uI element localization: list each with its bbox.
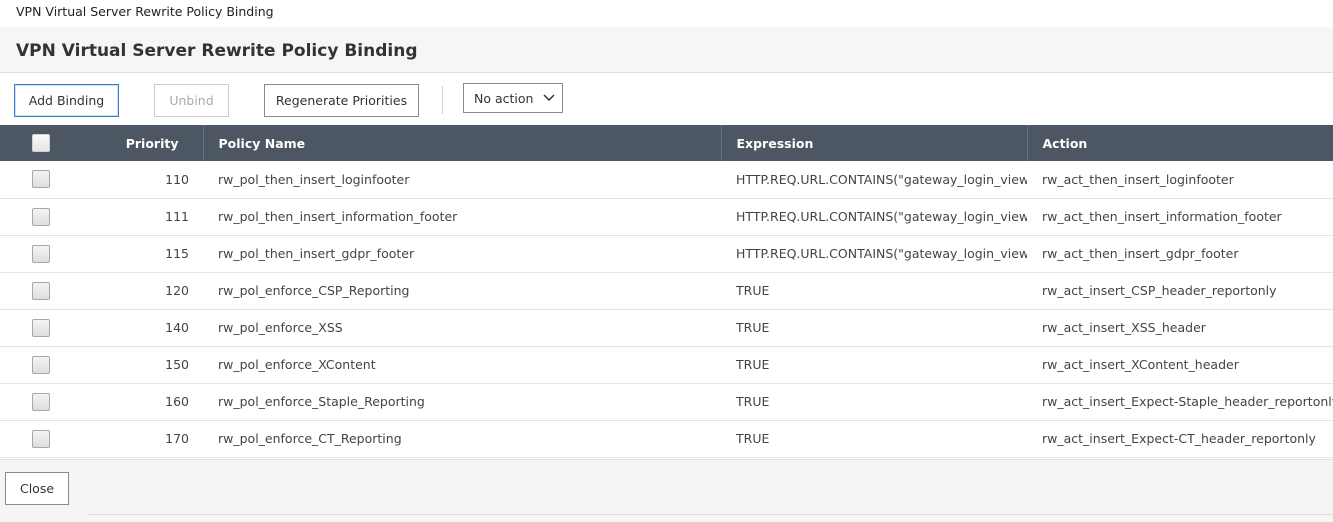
expression-cell: TRUE: [736, 283, 770, 298]
row-checkbox[interactable]: [32, 207, 50, 226]
policy-name-cell: rw_pol_enforce_XSS: [218, 320, 343, 335]
policy-name-cell: rw_pol_then_insert_gdpr_footer: [218, 246, 415, 261]
row-select-cell: [0, 198, 82, 235]
priority-cell: 160: [165, 394, 189, 409]
policy-name-cell: rw_pol_enforce_Staple_Reporting: [218, 394, 425, 409]
table-row[interactable]: 150 rw_pol_enforce_XContent TRUE rw_act_…: [0, 346, 1333, 383]
column-header-priority[interactable]: Priority: [82, 125, 204, 161]
action-cell: rw_act_insert_CSP_header_reportonly: [1042, 283, 1277, 298]
action-cell: rw_act_then_insert_information_footer: [1042, 209, 1282, 224]
priority-cell: 111: [165, 209, 189, 224]
row-checkbox[interactable]: [32, 429, 50, 448]
policy-binding-table: Priority Policy Name Expression Action 1…: [0, 125, 1333, 458]
expression-cell: HTTP.REQ.URL.CONTAINS("gateway_login_vie…: [736, 171, 1027, 187]
chevron-down-icon: [543, 94, 555, 102]
table-row[interactable]: 111 rw_pol_then_insert_information_foote…: [0, 198, 1333, 235]
row-checkbox[interactable]: [32, 281, 50, 300]
policy-name-cell: rw_pol_enforce_CT_Reporting: [218, 431, 402, 446]
priority-cell: 110: [165, 171, 189, 187]
row-select-cell: [0, 383, 82, 420]
toolbar: Add Binding Unbind Regenerate Priorities…: [0, 74, 1333, 125]
dialog-header: VPN Virtual Server Rewrite Policy Bindin…: [0, 27, 1333, 73]
action-cell: rw_act_insert_XSS_header: [1042, 320, 1206, 335]
expression-cell: TRUE: [736, 320, 770, 335]
regenerate-priorities-button[interactable]: Regenerate Priorities: [264, 84, 419, 117]
table-row[interactable]: 140 rw_pol_enforce_XSS TRUE rw_act_inser…: [0, 309, 1333, 346]
row-checkbox[interactable]: [32, 392, 50, 411]
expression-cell: TRUE: [736, 431, 770, 446]
priority-cell: 150: [165, 357, 189, 372]
priority-cell: 140: [165, 320, 189, 335]
page-title: VPN Virtual Server Rewrite Policy Bindin…: [16, 41, 418, 61]
table-header-row: Priority Policy Name Expression Action: [0, 125, 1333, 161]
priority-cell: 115: [165, 246, 189, 261]
row-checkbox[interactable]: [32, 318, 50, 337]
expression-cell: TRUE: [736, 357, 770, 372]
column-header-action[interactable]: Action: [1027, 125, 1333, 161]
table-row[interactable]: 110 rw_pol_then_insert_loginfooter HTTP.…: [0, 161, 1333, 198]
row-select-cell: [0, 161, 82, 198]
policy-name-cell: rw_pol_enforce_XContent: [218, 357, 376, 372]
action-cell: rw_act_insert_Expect-Staple_header_repor…: [1042, 394, 1333, 409]
priority-cell: 170: [165, 431, 189, 446]
table-row[interactable]: 160 rw_pol_enforce_Staple_Reporting TRUE…: [0, 383, 1333, 420]
expression-cell: TRUE: [736, 394, 770, 409]
action-cell: rw_act_then_insert_gdpr_footer: [1042, 246, 1239, 261]
unbind-button[interactable]: Unbind: [154, 84, 229, 117]
action-cell: rw_act_insert_Expect-CT_header_reportonl…: [1042, 431, 1316, 446]
toolbar-divider: [442, 86, 443, 114]
expression-cell: HTTP.REQ.URL.CONTAINS("gateway_login_vie…: [736, 209, 1027, 224]
select-all-cell: [0, 125, 82, 161]
select-all-checkbox[interactable]: [32, 134, 50, 152]
row-select-cell: [0, 272, 82, 309]
dialog-footer: Close: [0, 459, 1333, 522]
action-select[interactable]: No action: [463, 83, 563, 113]
row-checkbox[interactable]: [32, 244, 50, 263]
action-cell: rw_act_insert_XContent_header: [1042, 357, 1239, 372]
expression-cell: HTTP.REQ.URL.CONTAINS("gateway_login_vie…: [736, 246, 1027, 261]
column-header-policy-name[interactable]: Policy Name: [203, 125, 722, 161]
table-row[interactable]: 120 rw_pol_enforce_CSP_Reporting TRUE rw…: [0, 272, 1333, 309]
action-cell: rw_act_then_insert_loginfooter: [1042, 171, 1234, 187]
close-button[interactable]: Close: [5, 472, 69, 505]
policy-name-cell: rw_pol_then_insert_loginfooter: [218, 171, 410, 187]
row-select-cell: [0, 346, 82, 383]
policy-name-cell: rw_pol_enforce_CSP_Reporting: [218, 283, 410, 298]
row-select-cell: [0, 420, 82, 457]
row-checkbox[interactable]: [32, 170, 50, 189]
table-row[interactable]: 170 rw_pol_enforce_CT_Reporting TRUE rw_…: [0, 420, 1333, 457]
row-checkbox[interactable]: [32, 355, 50, 374]
add-binding-button[interactable]: Add Binding: [14, 84, 119, 117]
action-select-value: No action: [474, 90, 534, 106]
footer-divider: [88, 514, 1333, 515]
row-select-cell: [0, 235, 82, 272]
policy-name-cell: rw_pol_then_insert_information_footer: [218, 209, 458, 224]
priority-cell: 120: [165, 283, 189, 298]
column-header-expression[interactable]: Expression: [721, 125, 1028, 161]
table-row[interactable]: 115 rw_pol_then_insert_gdpr_footer HTTP.…: [0, 235, 1333, 272]
row-select-cell: [0, 309, 82, 346]
window-title: VPN Virtual Server Rewrite Policy Bindin…: [16, 4, 274, 19]
